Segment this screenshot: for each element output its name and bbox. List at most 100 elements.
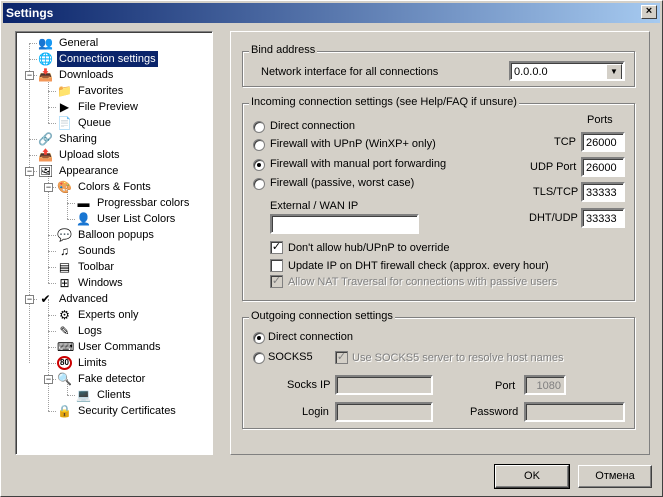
radio-outgoing-direct[interactable] (253, 332, 265, 344)
tcp-port-value: 26000 (586, 137, 617, 149)
socks-dns-label[interactable]: Use SOCKS5 server to resolve host names (352, 352, 564, 364)
radio-socks5[interactable] (253, 352, 265, 364)
tcp-label: TCP (554, 136, 576, 148)
dht-port-input[interactable]: 33333 (581, 208, 625, 228)
tree-collapse-icon[interactable]: − (44, 183, 53, 192)
connection-icon: 🌐 (38, 52, 53, 66)
radio-direct-connection[interactable] (253, 121, 265, 133)
tree-connector (67, 203, 75, 204)
tls-port-value: 33333 (586, 187, 617, 199)
password-input[interactable] (524, 402, 625, 422)
cancel-label: Отмена (595, 470, 635, 482)
cancel-button[interactable]: Отмена (578, 465, 652, 488)
window-title: Settings (6, 6, 54, 20)
network-interface-value: 0.0.0.0 (514, 66, 548, 78)
incoming-settings-title: Incoming connection settings (see Help/F… (249, 96, 519, 108)
tree-collapse-icon[interactable]: − (25, 167, 34, 176)
nat-traversal-label[interactable]: Allow NAT Traversal for connections with… (288, 276, 557, 288)
outgoing-settings-title: Outgoing connection settings (249, 310, 395, 322)
windows-icon: ⊞ (59, 276, 70, 290)
sharing-icon: 🔗 (38, 132, 53, 146)
login-input[interactable] (335, 402, 433, 422)
dont-allow-override-label[interactable]: Don't allow hub/UPnP to override (288, 242, 450, 254)
ok-label: OK (524, 470, 540, 482)
tree-item-label: Fake detector (78, 373, 146, 385)
fake-detector-icon: 🔍 (57, 372, 72, 386)
tcp-port-input[interactable]: 26000 (581, 132, 625, 152)
experts-icon: ⚙ (59, 308, 70, 322)
colors-fonts-icon: 🎨 (57, 180, 72, 194)
toolbar-icon: ▤ (58, 260, 71, 274)
firewall-manual-label[interactable]: Firewall with manual port forwarding (270, 158, 446, 170)
tree-item-label: User List Colors (97, 213, 176, 225)
limits-icon: 80 (57, 356, 72, 370)
bind-address-group: Bind address Network interface for all c… (242, 44, 635, 87)
tls-port-input[interactable]: 33333 (581, 182, 625, 202)
ok-button[interactable]: OK (494, 464, 570, 489)
checkmark-icon: ✓ (271, 241, 282, 253)
firewall-upnp-label[interactable]: Firewall with UPnP (WinXP+ only) (270, 138, 436, 150)
tree-collapse-icon[interactable]: − (44, 375, 53, 384)
tree-item-label: Favorites (78, 85, 124, 97)
general-icon: 👥 (38, 36, 53, 50)
radio-firewall-upnp[interactable] (253, 139, 265, 151)
tree-item-label: Toolbar (78, 261, 115, 273)
incoming-settings-group: Incoming connection settings (see Help/F… (242, 96, 635, 301)
tree-item-label: Limits (78, 357, 107, 369)
close-button[interactable]: × (641, 5, 657, 19)
wan-ip-input[interactable] (270, 214, 419, 234)
settings-tree[interactable]: 👥 General 🌐 Connection settings − 📥 Downloads 📁… (15, 31, 213, 455)
tree-item-label: Logs (78, 325, 102, 337)
tree-collapse-icon[interactable]: − (25, 295, 34, 304)
tree-connector (29, 155, 37, 156)
tree-connector (48, 107, 56, 108)
tree-item-label: Queue (78, 117, 112, 129)
firewall-passive-label[interactable]: Firewall (passive, worst case) (270, 177, 414, 189)
socks-ip-input[interactable] (335, 375, 433, 395)
socks-port-input[interactable]: 1080 (524, 375, 566, 395)
network-interface-label: Network interface for all connections (261, 66, 439, 78)
file-preview-icon: ▶ (59, 100, 70, 114)
checkbox-update-ip-dht[interactable] (270, 259, 283, 272)
downloads-icon: 📥 (38, 68, 53, 82)
combo-dropdown-button[interactable]: ▼ (606, 64, 622, 79)
close-icon: × (645, 5, 653, 17)
balloon-icon: 💬 (57, 228, 72, 242)
tree-item-label: General (59, 37, 99, 49)
tree-item-label: Colors & Fonts (78, 181, 151, 193)
radio-firewall-manual[interactable] (253, 159, 265, 171)
udp-port-input[interactable]: 26000 (581, 157, 625, 177)
tree-collapse-icon[interactable]: − (25, 71, 34, 80)
queue-icon: 📄 (57, 116, 72, 130)
sounds-icon: ♫ (60, 244, 69, 258)
socks5-label[interactable]: SOCKS5 (268, 351, 313, 363)
dht-label: DHT/UDP (529, 212, 578, 224)
tree-connector (48, 91, 56, 92)
network-interface-combo[interactable]: 0.0.0.0 ▼ (509, 61, 625, 81)
connection-settings-page: Bind address Network interface for all c… (230, 31, 650, 455)
tree-item-label: Sounds (78, 245, 116, 257)
update-ip-dht-label[interactable]: Update IP on DHT firewall check (approx.… (288, 260, 549, 272)
bind-address-title: Bind address (249, 44, 318, 56)
clients-icon: 💻 (76, 388, 91, 402)
tree-item-label: Upload slots (59, 149, 120, 161)
checkbox-socks-dns[interactable]: ✓ (335, 351, 348, 364)
tree-item-label: User Commands (78, 341, 161, 353)
user-commands-icon: ⌨ (57, 340, 75, 354)
checkbox-nat-traversal[interactable]: ✓ (270, 275, 283, 288)
password-label: Password (470, 406, 519, 418)
tree-item-label: Experts only (78, 309, 139, 321)
outgoing-direct-label[interactable]: Direct connection (268, 331, 353, 343)
tree-connector (48, 331, 56, 332)
tree-connector (48, 363, 56, 364)
tree-connector (48, 411, 56, 412)
favorites-icon: 📁 (57, 84, 72, 98)
tree-item-label: Appearance (59, 165, 119, 177)
checkbox-dont-allow-override[interactable]: ✓ (270, 241, 283, 254)
direct-connection-label[interactable]: Direct connection (270, 120, 355, 132)
radio-firewall-passive[interactable] (253, 178, 265, 190)
user-list-icon: 👤 (76, 212, 91, 226)
upload-slots-icon: 📤 (38, 148, 53, 162)
appearance-icon: 🖼 (38, 164, 54, 178)
tree-item-label: File Preview (78, 101, 138, 113)
